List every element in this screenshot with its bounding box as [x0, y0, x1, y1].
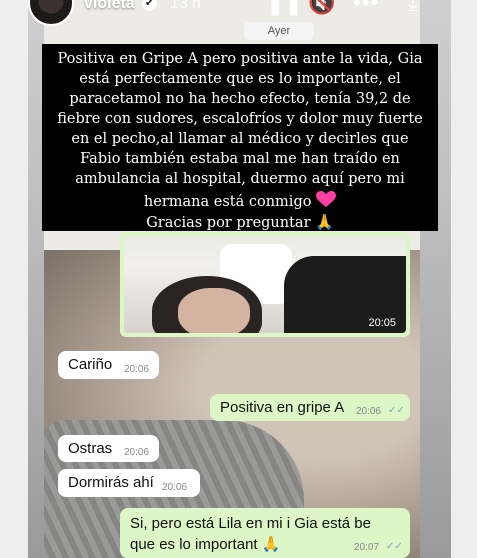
pause-icon[interactable]: ❚❚ [266, 0, 303, 14]
thanks-text: Gracias por preguntar [146, 215, 311, 231]
chat-bubble-incoming[interactable]: Cariño 20:06 [58, 351, 159, 379]
image-message-time: 20:05 [368, 317, 396, 329]
chat-bubble-incoming[interactable]: Ostras 20:06 [58, 435, 159, 462]
story-viewer: Ayer ➦ 20:05 Cariño 20:06 Positiva en gr… [0, 0, 477, 558]
read-receipt-icon: ✓✓ [388, 405, 405, 416]
message-text: Cariño [68, 356, 113, 373]
pray-icon: 🙏 [315, 213, 334, 231]
right-margin [451, 0, 477, 558]
story-text-overlay: Positiva en Gripe A pero positiva ante l… [42, 44, 438, 231]
face [178, 288, 250, 333]
message-time: 20:06 [356, 406, 382, 417]
left-margin [0, 0, 28, 558]
share-icon[interactable]: ⤓ [408, 0, 418, 14]
message-time: 20:06 [124, 364, 150, 375]
message-text: Si, pero está Lila en mi i Gia está be q… [130, 515, 371, 553]
date-separator: Ayer [244, 22, 314, 40]
heart-icon [316, 191, 337, 208]
story-time: 13 h [170, 0, 202, 12]
overlay-text: Positiva en Gripe A pero positiva ante l… [57, 51, 423, 210]
message-text: Ostras [68, 440, 113, 457]
image-message[interactable]: 20:05 [120, 232, 410, 337]
mute-icon[interactable]: 🔇 [308, 0, 335, 14]
chat-bubble-outgoing[interactable]: Positiva en gripe A 20:06 ✓✓ [210, 394, 410, 421]
message-time: 20:06 [162, 482, 188, 493]
hospital-photo: 20:05 [124, 236, 406, 333]
message-time: 20:07 [354, 542, 380, 553]
message-text: Dormirás ahí [68, 474, 154, 491]
read-receipt-icon: ✓✓ [386, 541, 403, 552]
more-icon[interactable]: ••• [353, 0, 379, 14]
story-username[interactable]: violeta [84, 0, 135, 13]
message-time: 20:06 [124, 447, 150, 458]
chat-bubble-outgoing[interactable]: Si, pero está Lila en mi i Gia está be q… [120, 508, 410, 558]
chat-bubble-incoming[interactable]: Dormirás ahí 20:06 [58, 469, 200, 497]
message-text: Positiva en gripe A [220, 399, 345, 416]
